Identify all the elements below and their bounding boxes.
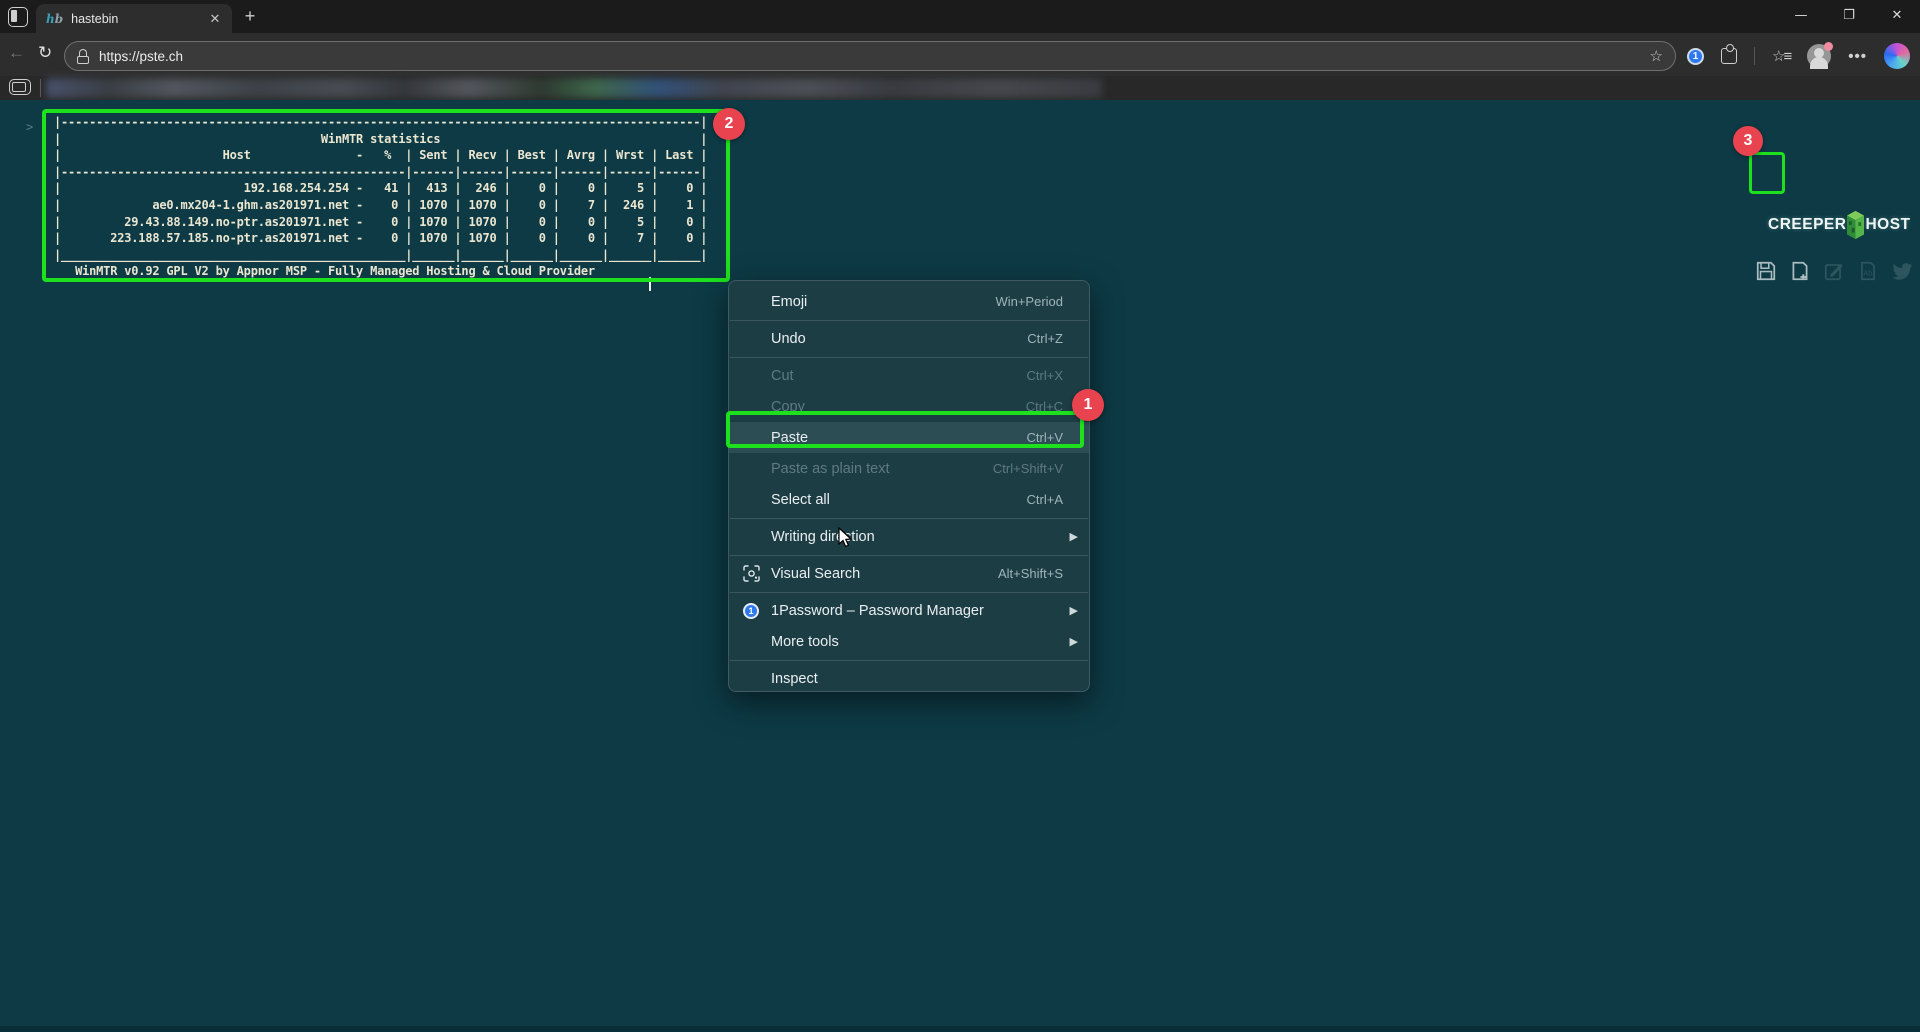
copilot-icon[interactable] — [1884, 43, 1910, 69]
menu-item-shortcut: Ctrl+Z — [1027, 331, 1063, 346]
visual-search-icon — [743, 565, 760, 582]
highlight-box-paste — [726, 411, 1084, 448]
menu-item-more-tools[interactable]: More tools ▶ — [729, 626, 1089, 657]
menu-item-label: Cut — [771, 368, 794, 384]
menu-item-writing-direction[interactable]: Writing direction ▶ — [729, 521, 1089, 552]
menu-item-label: Inspect — [771, 671, 818, 687]
menu-item-label: Select all — [771, 492, 830, 508]
new-document-icon[interactable] — [1789, 260, 1811, 282]
menu-item-label: Visual Search — [771, 566, 860, 582]
profile-avatar[interactable] — [1807, 44, 1831, 68]
logo-text-right: HOST — [1865, 216, 1910, 234]
minimize-button[interactable]: — — [1786, 8, 1816, 23]
menu-item-shortcut: Ctrl+X — [1027, 368, 1063, 383]
menu-item-shortcut: Ctrl+A — [1027, 492, 1063, 507]
menu-item-label: Writing direction — [771, 529, 875, 545]
mouse-cursor — [838, 527, 854, 549]
blurred-bookmarks[interactable] — [46, 78, 1102, 98]
title-bar: hb hastebin ✕ + — ❐ ✕ — [0, 0, 1920, 33]
menu-item-cut[interactable]: Cut Ctrl+X — [729, 360, 1089, 391]
menu-item-select-all[interactable]: Select all Ctrl+A — [729, 484, 1089, 515]
raw-document-icon[interactable]: Ab — [1857, 260, 1879, 282]
browser-tab[interactable]: hb hastebin ✕ — [36, 4, 232, 33]
menu-item-inspect[interactable]: Inspect — [729, 663, 1089, 694]
creeperhost-logo: CREEPER HOST — [1768, 205, 1911, 245]
favorites-icon[interactable]: ☆≡ — [1772, 47, 1790, 65]
paste-toolbar: Ab — [1755, 260, 1913, 282]
annotation-badge-2: 2 — [713, 108, 745, 140]
menu-item-emoji[interactable]: Emoji Win+Period — [729, 286, 1089, 317]
menu-separator — [730, 555, 1088, 556]
onepassword-icon: 1 — [743, 603, 759, 619]
menu-item-undo[interactable]: Undo Ctrl+Z — [729, 323, 1089, 354]
tab-title: hastebin — [71, 12, 206, 26]
logo-text-left: CREEPER — [1768, 216, 1846, 234]
edit-icon[interactable] — [1823, 260, 1845, 282]
context-menu: EmojiWin+PeriodUndoCtrl+ZCutCtrl+XCopyCt… — [728, 280, 1090, 692]
page-content: > |-------------------------------------… — [0, 100, 1920, 1032]
highlight-box-save — [1749, 152, 1785, 194]
onepassword-extension-icon[interactable]: 1 — [1687, 48, 1704, 65]
menu-item-paste-as-plain-text[interactable]: Paste as plain text Ctrl+Shift+V — [729, 453, 1089, 484]
bookmarks-bar — [0, 76, 1920, 100]
textarea-prompt: > — [26, 120, 33, 134]
tab-actions-icon[interactable] — [8, 7, 28, 27]
toolbar-divider — [1754, 47, 1755, 65]
svg-text:Ab: Ab — [1864, 269, 1873, 277]
submenu-arrow-icon: ▶ — [1070, 604, 1078, 617]
save-icon[interactable] — [1755, 260, 1777, 282]
twitter-icon[interactable] — [1891, 260, 1913, 282]
creeper-cube-icon — [1847, 209, 1864, 241]
menu-item-shortcut: Alt+Shift+S — [998, 566, 1063, 581]
add-favorite-icon[interactable]: ☆ — [1650, 47, 1663, 65]
tab-close-icon[interactable]: ✕ — [206, 11, 224, 27]
address-bar[interactable]: https://pste.ch ☆ — [64, 41, 1676, 71]
menu-item-label: Undo — [771, 331, 806, 347]
settings-menu-icon[interactable]: ••• — [1848, 48, 1867, 65]
bookmarks-hub-icon[interactable] — [9, 79, 31, 95]
reload-button[interactable]: ↻ — [38, 43, 52, 63]
annotation-badge-1: 1 — [1072, 389, 1104, 421]
menu-item-shortcut: Win+Period — [995, 294, 1063, 309]
annotation-badge-3: 3 — [1733, 126, 1763, 156]
url-text[interactable]: https://pste.ch — [99, 49, 183, 64]
page-bottom-edge — [0, 1026, 1920, 1032]
highlight-box-text — [42, 109, 730, 282]
extensions-icon[interactable] — [1721, 48, 1737, 64]
menu-item-label: Emoji — [771, 294, 807, 310]
menu-separator — [730, 592, 1088, 593]
screen: hb hastebin ✕ + — ❐ ✕ ← ↻ https://pste.c… — [0, 0, 1920, 1032]
menu-item-1password-password-manager[interactable]: 1 1Password – Password Manager ▶ — [729, 595, 1089, 626]
submenu-arrow-icon: ▶ — [1070, 530, 1078, 543]
menu-separator — [730, 357, 1088, 358]
new-tab-button[interactable]: + — [238, 6, 262, 28]
bookmarks-divider — [40, 79, 41, 97]
restore-button[interactable]: ❐ — [1834, 8, 1864, 23]
menu-item-label: 1Password – Password Manager — [771, 603, 984, 619]
back-button[interactable]: ← — [8, 43, 25, 63]
menu-separator — [730, 320, 1088, 321]
menu-separator — [730, 660, 1088, 661]
lock-icon[interactable] — [77, 49, 89, 64]
favicon: hb — [46, 12, 63, 26]
menu-item-label: More tools — [771, 634, 839, 650]
close-button[interactable]: ✕ — [1882, 8, 1912, 23]
menu-separator — [730, 518, 1088, 519]
menu-item-visual-search[interactable]: Visual Search Alt+Shift+S — [729, 558, 1089, 589]
menu-item-shortcut: Ctrl+Shift+V — [993, 461, 1063, 476]
submenu-arrow-icon: ▶ — [1070, 635, 1078, 648]
menu-item-label: Paste as plain text — [771, 461, 890, 477]
